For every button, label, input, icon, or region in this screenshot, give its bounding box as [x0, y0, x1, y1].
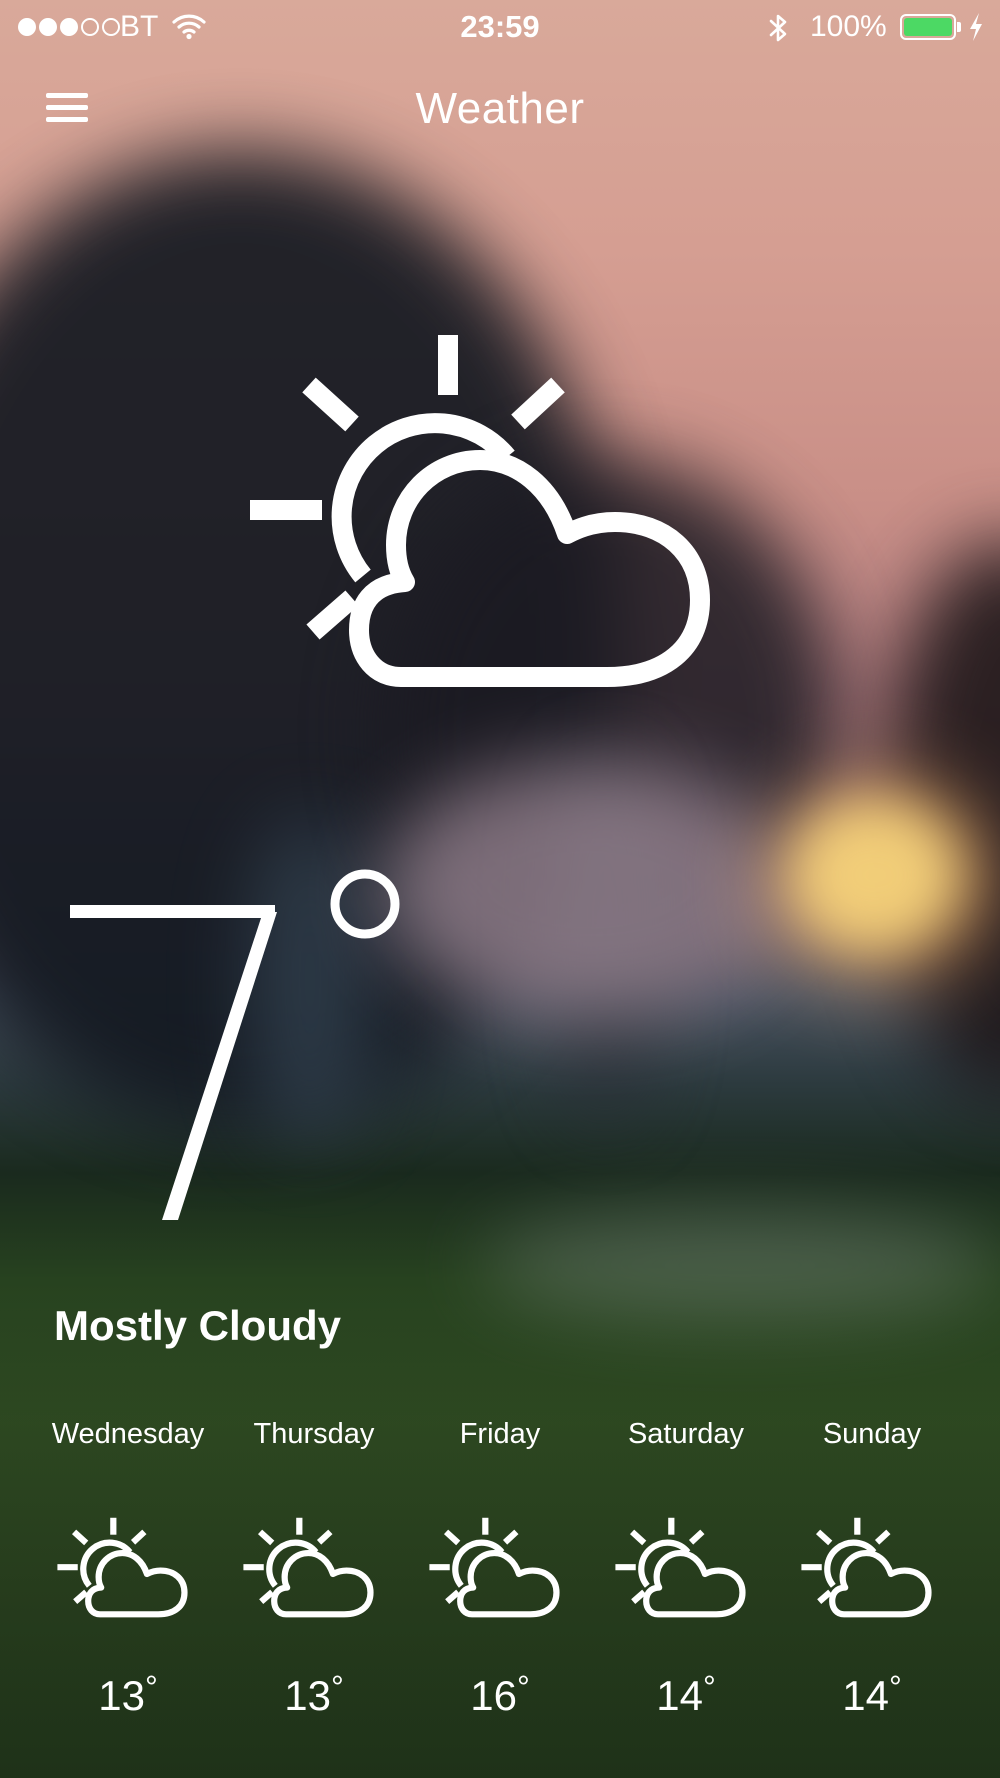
degree-symbol: °	[516, 1669, 530, 1705]
forecast-day-name: Friday	[459, 1418, 541, 1450]
battery-icon	[900, 14, 956, 40]
forecast-day-name: Sunday	[822, 1418, 922, 1450]
forecast-temp-value: 13	[284, 1672, 331, 1719]
forecast-day: Friday 16°	[407, 1410, 593, 1730]
forecast-day: Saturday 14°	[593, 1410, 779, 1730]
battery-level	[904, 18, 952, 36]
page-title: Weather	[415, 84, 585, 133]
degree-symbol: °	[330, 1669, 344, 1705]
forecast-temp-value: 14	[842, 1672, 889, 1719]
forecast-temp-value: 16	[470, 1672, 517, 1719]
partly-cloudy-icon	[245, 330, 755, 715]
battery-tip	[957, 22, 961, 32]
forecast-day: Sunday 14°	[779, 1410, 965, 1730]
forecast-list: Wednesday 13° Thursday 13° Friday 16° Sa…	[35, 1410, 965, 1730]
forecast-day: Wednesday 13°	[35, 1410, 221, 1730]
partly-cloudy-icon	[56, 1510, 200, 1635]
forecast-day: Thursday 13°	[221, 1410, 407, 1730]
current-temperature: 7	[60, 840, 420, 1225]
forecast-day-name: Saturday	[627, 1418, 745, 1450]
forecast-temperature: 13°	[221, 1669, 407, 1720]
partly-cloudy-icon	[242, 1510, 386, 1635]
degree-symbol: °	[144, 1669, 158, 1705]
forecast-temperature: 13°	[35, 1669, 221, 1720]
partly-cloudy-icon	[428, 1510, 572, 1635]
battery-percent: 100%	[810, 10, 887, 43]
status-bar: BT 23:59 100%	[0, 0, 1000, 56]
background-sun	[790, 800, 960, 950]
forecast-temperature: 14°	[779, 1669, 965, 1720]
degree-symbol: °	[702, 1669, 716, 1705]
bluetooth-icon	[768, 12, 790, 52]
degree-symbol: °	[888, 1669, 902, 1705]
partly-cloudy-icon	[614, 1510, 758, 1635]
current-condition: Mostly Cloudy	[54, 1302, 342, 1349]
background-haze	[380, 760, 800, 1020]
forecast-temp-value: 14	[656, 1672, 703, 1719]
forecast-temperature: 14°	[593, 1669, 779, 1720]
weather-screen: BT 23:59 100% Weather Mostly Cloudy Wedn…	[0, 0, 1000, 1778]
partly-cloudy-icon	[800, 1510, 944, 1635]
charging-icon	[968, 12, 984, 50]
forecast-day-name: Thursday	[253, 1418, 375, 1450]
forecast-temp-value: 13	[98, 1672, 145, 1719]
forecast-temperature: 16°	[407, 1669, 593, 1720]
forecast-day-name: Wednesday	[51, 1418, 205, 1450]
